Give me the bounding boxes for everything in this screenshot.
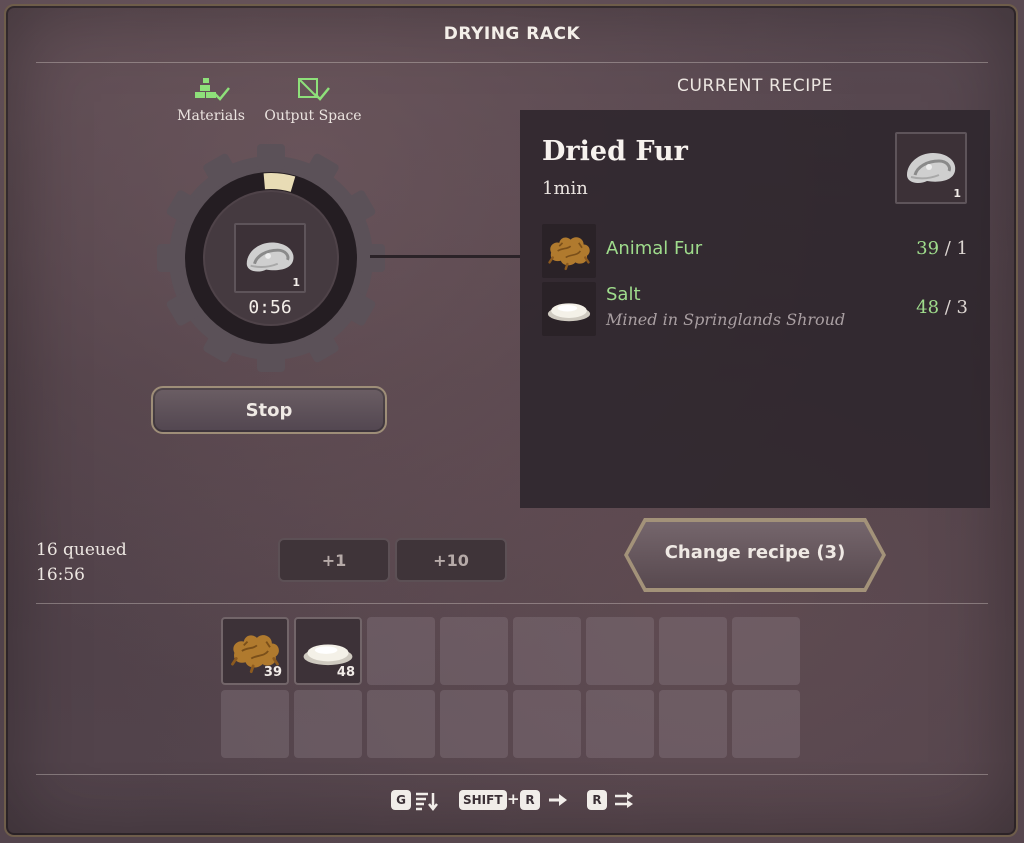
materials-label: Materials: [177, 108, 245, 124]
recipe-name: Dried Fur: [542, 136, 688, 167]
queued-count: 16 queued: [36, 540, 127, 560]
queue-total-time: 16:56: [36, 565, 85, 585]
inventory-slot-empty[interactable]: [659, 617, 727, 685]
ingredient-name-fur: Animal Fur: [606, 238, 703, 259]
arrow-right-icon: [549, 794, 567, 806]
inventory-count: 39: [263, 665, 282, 680]
stop-button[interactable]: Stop: [151, 386, 387, 434]
ingredient-source-salt: Mined in Springlands Shroud: [606, 310, 846, 329]
key-hints: G SHIFT + R R: [0, 790, 1024, 812]
divider-middle: [36, 603, 988, 604]
inventory-slot-empty[interactable]: [440, 690, 508, 758]
inventory-slot-empty[interactable]: [586, 617, 654, 685]
inventory-slot-empty[interactable]: [294, 690, 362, 758]
materials-status: Materials: [172, 78, 250, 124]
recipe-output-count: 1: [953, 187, 961, 200]
inventory-slot-2[interactable]: 48: [294, 617, 362, 685]
inventory-slot-empty[interactable]: [513, 690, 581, 758]
shift-key: SHIFT: [459, 790, 507, 810]
materials-check-icon: [195, 78, 230, 101]
connector-line: [370, 255, 520, 258]
inventory-slot-empty[interactable]: [732, 690, 800, 758]
queue-info: 16 queued 16:56: [36, 538, 127, 588]
change-recipe-button[interactable]: Change recipe (3): [628, 522, 882, 588]
output-space-status: Output Space: [262, 78, 364, 124]
recipe-output-slot: 1: [895, 132, 967, 204]
ingredient-slot-salt: [542, 282, 596, 336]
add-one-button[interactable]: +1: [278, 538, 390, 582]
salt-icon: [547, 303, 591, 322]
output-space-check-icon: [298, 78, 330, 101]
inventory-slot-empty[interactable]: [659, 690, 727, 758]
divider-top: [36, 62, 988, 63]
inventory-slot-empty[interactable]: [732, 617, 800, 685]
r-key: R: [520, 790, 540, 810]
inventory-slot-1[interactable]: 39: [221, 617, 289, 685]
ingredient-count-fur: 39 / 1: [916, 238, 968, 259]
inventory-slot-empty[interactable]: [221, 690, 289, 758]
inventory-slot-empty[interactable]: [367, 617, 435, 685]
window-title: DRYING RACK: [443, 24, 581, 44]
ingredient-slot-fur: [542, 224, 596, 278]
add-ten-button[interactable]: +10: [395, 538, 507, 582]
gear-tooth: [257, 346, 285, 372]
crafting-output-slot: 1: [234, 223, 306, 293]
animal-fur-icon: [548, 236, 591, 271]
inventory-slot-empty[interactable]: [513, 617, 581, 685]
inventory-slot-empty[interactable]: [586, 690, 654, 758]
inventory-slot-empty[interactable]: [440, 617, 508, 685]
ingredient-name-salt: Salt: [606, 284, 641, 305]
inventory-slot-empty[interactable]: [367, 690, 435, 758]
recipe-time: 1min: [542, 178, 588, 199]
crafting-timer: 0:56: [248, 297, 292, 318]
g-key: G: [391, 790, 411, 810]
inventory-count: 48: [336, 665, 355, 680]
gear-tooth: [157, 244, 183, 272]
output-space-label: Output Space: [264, 108, 362, 124]
divider-bottom: [36, 774, 988, 775]
gear-tooth: [257, 144, 285, 170]
crafting-item-count: 1: [292, 276, 300, 289]
plus-sign: +: [507, 790, 520, 808]
sort-icon: [416, 792, 438, 811]
r-key-2: R: [587, 790, 607, 810]
current-recipe-header: CURRENT RECIPE: [676, 76, 833, 96]
recipe-panel: Dried Fur 1min 1 Animal Fur 39 / 1 Salt …: [520, 110, 990, 508]
gear-tooth: [359, 244, 385, 272]
ingredient-count-salt: 48 / 3: [916, 297, 968, 318]
swap-icon: [615, 792, 633, 808]
